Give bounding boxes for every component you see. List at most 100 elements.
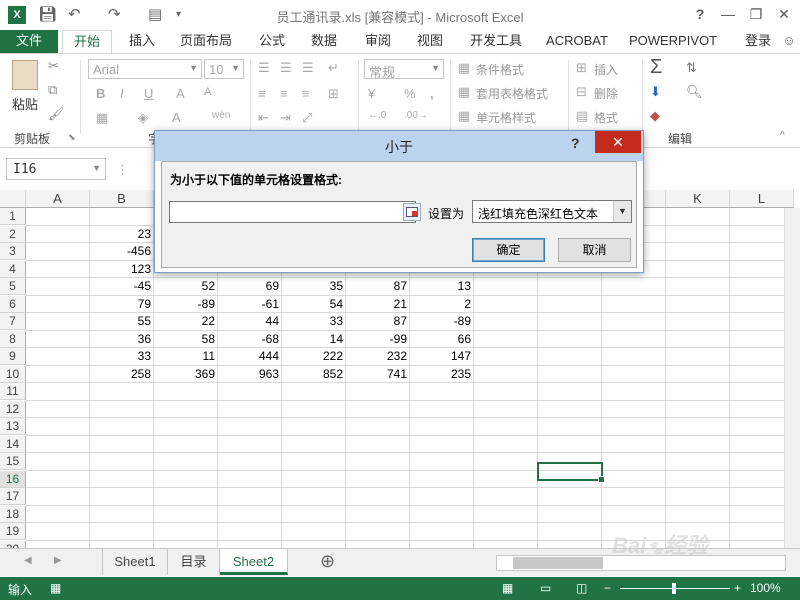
cell-b4[interactable]: 123 <box>90 261 154 278</box>
font-size-select[interactable]: 10 ▼ <box>204 59 244 79</box>
row-header-4[interactable]: 4 <box>0 260 26 278</box>
name-box[interactable]: I16 ▼ <box>6 158 106 180</box>
paste-button-label[interactable]: 粘贴 <box>12 94 38 113</box>
cell-f9[interactable]: 232 <box>346 348 410 365</box>
ok-button[interactable]: 确定 <box>472 238 545 262</box>
bold-icon[interactable]: B <box>96 86 105 101</box>
cell-g10[interactable]: 235 <box>410 366 474 383</box>
phonetic-icon[interactable]: wén <box>212 110 230 121</box>
sheet-tab-catalog[interactable]: 目录 <box>168 549 220 575</box>
select-all-corner[interactable] <box>0 190 26 208</box>
threshold-value-input[interactable] <box>169 201 421 223</box>
paste-icon[interactable] <box>12 60 38 90</box>
row-header-9[interactable]: 9 <box>0 348 26 365</box>
wrap-text-icon[interactable]: ↵ <box>328 60 339 76</box>
conditional-format-button[interactable]: 条件格式 <box>476 61 524 78</box>
insert-cells-button[interactable]: 插入 <box>594 61 618 78</box>
decrease-indent-icon[interactable]: ⇤ <box>258 110 269 126</box>
cell-d6[interactable]: -61 <box>218 296 282 313</box>
cell-e9[interactable]: 222 <box>282 348 346 365</box>
tab-insert[interactable]: 插入 <box>120 30 164 54</box>
grow-font-icon[interactable]: A <box>176 86 185 101</box>
cell-d7[interactable]: 44 <box>218 313 282 330</box>
fill-icon[interactable]: ⬇ <box>650 84 661 100</box>
vertical-scrollbar[interactable] <box>784 208 800 548</box>
align-left-icon[interactable]: ≡ <box>258 86 266 101</box>
clear-icon[interactable]: ◆ <box>650 108 660 124</box>
cell-e8[interactable]: 14 <box>282 331 346 348</box>
cell-b6[interactable]: 79 <box>90 296 154 313</box>
fill-color-icon[interactable]: ◈ <box>138 110 148 126</box>
tab-developer[interactable]: 开发工具 <box>464 30 528 54</box>
cell-e10[interactable]: 852 <box>282 366 346 383</box>
decrease-decimal-icon[interactable]: .00→ <box>404 110 428 121</box>
cell-d5[interactable]: 69 <box>218 278 282 295</box>
row-header-17[interactable]: 17 <box>0 488 26 505</box>
merge-center-icon[interactable]: ⊞ <box>328 86 339 102</box>
format-painter-icon[interactable]: 🖌︎ <box>48 106 65 122</box>
font-color-icon[interactable]: A <box>172 110 181 125</box>
cell-g9[interactable]: 147 <box>410 348 474 365</box>
cell-b5[interactable]: -45 <box>90 278 154 295</box>
clipboard-launcher-icon[interactable]: ⬊ <box>68 132 76 143</box>
close-window-button[interactable]: ✕ <box>770 3 798 25</box>
italic-icon[interactable]: I <box>120 86 124 101</box>
align-bottom-icon[interactable]: ☰ <box>302 60 314 76</box>
row-header-5[interactable]: 5 <box>0 278 26 295</box>
row-header-12[interactable]: 12 <box>0 400 26 418</box>
cell-b8[interactable]: 36 <box>90 331 154 348</box>
tab-formulas[interactable]: 公式 <box>250 30 294 54</box>
cell-styles-button[interactable]: 单元格样式 <box>476 109 536 126</box>
row-header-2[interactable]: 2 <box>0 225 26 243</box>
cell-c8[interactable]: 58 <box>154 331 218 348</box>
cell-f7[interactable]: 87 <box>346 313 410 330</box>
cell-g8[interactable]: 66 <box>410 331 474 348</box>
cell-f10[interactable]: 741 <box>346 366 410 383</box>
macro-record-icon[interactable]: ▦ <box>50 581 61 595</box>
row-header-8[interactable]: 8 <box>0 330 26 348</box>
tab-review[interactable]: 审阅 <box>356 30 400 54</box>
row-header-6[interactable]: 6 <box>0 295 26 313</box>
row-header-7[interactable]: 7 <box>0 313 26 330</box>
cell-c6[interactable]: -89 <box>154 296 218 313</box>
column-header-l[interactable]: L <box>730 190 794 208</box>
page-break-view-icon[interactable]: ◫ <box>576 581 587 595</box>
sort-filter-icon[interactable]: ⇅ <box>686 60 697 76</box>
cell-b7[interactable]: 55 <box>90 313 154 330</box>
cell-c5[interactable]: 52 <box>154 278 218 295</box>
row-header-20[interactable]: 20 <box>0 540 26 548</box>
cell-f6[interactable]: 21 <box>346 296 410 313</box>
format-style-select[interactable]: 浅红填充色深红色文本 ▼ <box>472 200 632 223</box>
tab-file[interactable]: 文件 <box>0 30 58 54</box>
tab-data[interactable]: 数据 <box>302 30 346 54</box>
cut-icon[interactable]: ✂ <box>48 58 59 74</box>
dialog-close-button[interactable]: ✕ <box>595 131 641 153</box>
cell-f5[interactable]: 87 <box>346 278 410 295</box>
align-top-icon[interactable]: ☰ <box>258 60 270 76</box>
cell-b3[interactable]: -456 <box>90 243 154 260</box>
horizontal-scroll-thumb[interactable] <box>513 557 603 569</box>
zoom-level[interactable]: 100% <box>750 581 781 595</box>
zoom-slider-thumb[interactable] <box>672 583 676 594</box>
format-cells-button[interactable]: 格式 <box>594 109 618 126</box>
tab-powerpivot[interactable]: POWERPIVOT <box>628 30 718 54</box>
underline-icon[interactable]: U <box>144 86 153 101</box>
row-header-11[interactable]: 11 <box>0 383 26 400</box>
cell-c9[interactable]: 11 <box>154 348 218 365</box>
column-header-k[interactable]: K <box>666 190 730 208</box>
align-middle-icon[interactable]: ☰ <box>280 60 292 76</box>
delete-cells-button[interactable]: 删除 <box>594 85 618 102</box>
accounting-format-icon[interactable]: ¥ <box>368 86 375 101</box>
cell-g5[interactable]: 13 <box>410 278 474 295</box>
comma-style-icon[interactable]: , <box>430 86 434 101</box>
row-header-19[interactable]: 19 <box>0 523 26 540</box>
align-center-icon[interactable]: ≡ <box>280 86 288 101</box>
cell-d9[interactable]: 444 <box>218 348 282 365</box>
format-as-table-button[interactable]: 套用表格格式 <box>476 85 548 102</box>
selected-cell-I16[interactable] <box>537 462 605 483</box>
row-header-10[interactable]: 10 <box>0 365 26 383</box>
row-header-15[interactable]: 15 <box>0 453 26 470</box>
normal-view-icon[interactable]: ▦ <box>502 581 513 595</box>
cell-c10[interactable]: 369 <box>154 366 218 383</box>
cell-e7[interactable]: 33 <box>282 313 346 330</box>
